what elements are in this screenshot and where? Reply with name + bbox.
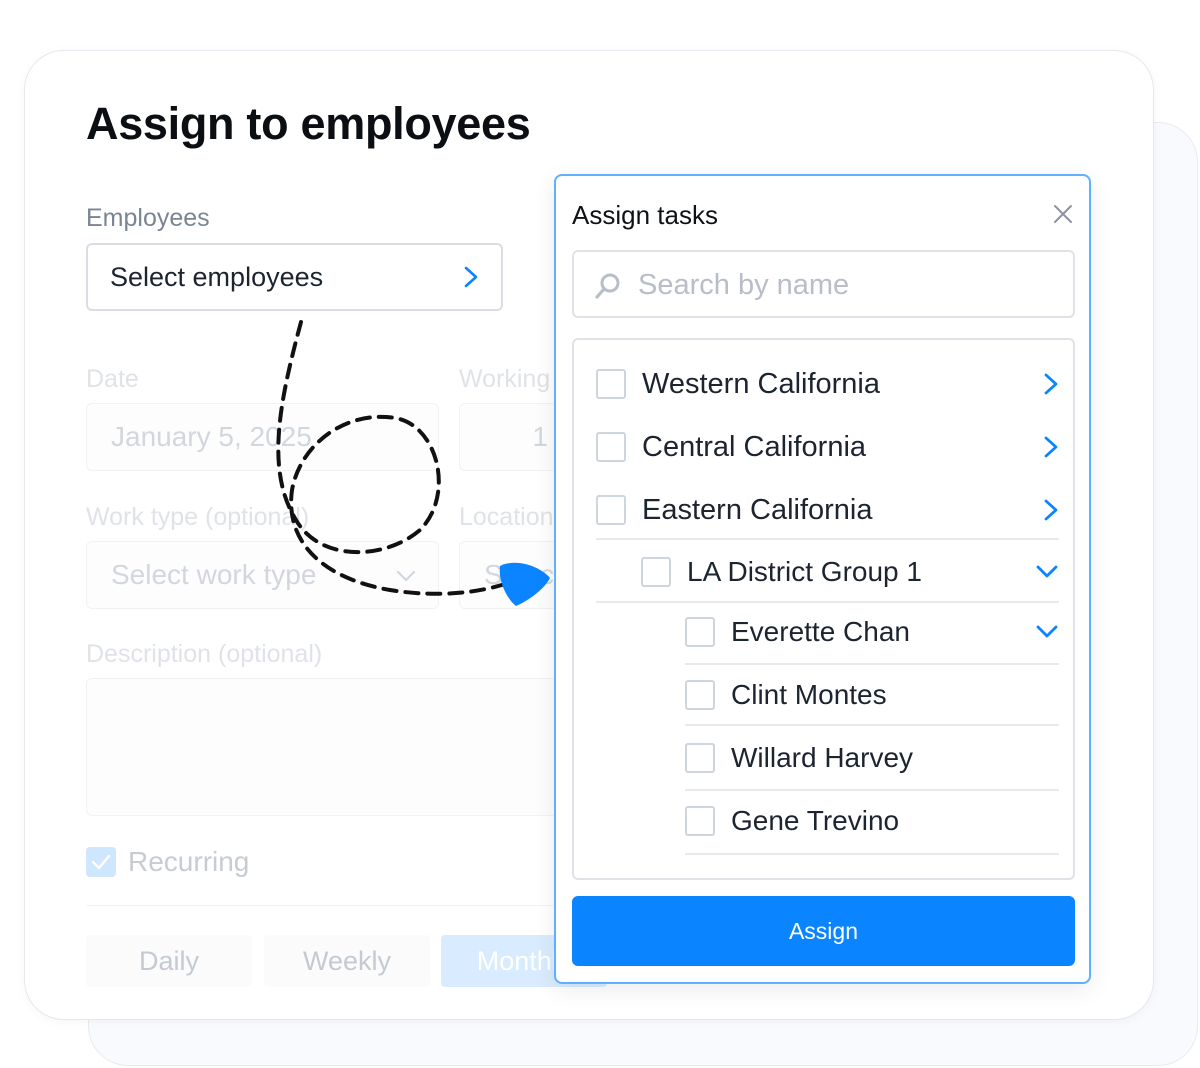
tree-item-western-california[interactable]: Western California [596,366,1073,402]
region-label: Eastern California [642,493,873,526]
checkbox-eastern-california[interactable] [596,495,626,525]
checkbox-central-california[interactable] [596,432,626,462]
tree-divider [685,663,1059,665]
tree-item-gene-trevino[interactable]: Gene Trevino [685,803,1073,839]
page-title: Assign to employees [86,98,531,149]
frequency-daily-button[interactable]: Daily [86,935,252,987]
select-employees-field[interactable]: Select employees [86,243,503,311]
working-field[interactable]: 1 [459,403,559,471]
chevron-down-icon[interactable] [1035,564,1059,580]
location-field[interactable]: Select [459,541,562,609]
recurring-checkbox[interactable] [86,847,116,877]
tree-item-willard-harvey[interactable]: Willard Harvey [685,740,1073,776]
description-label: Description (optional) [86,640,323,668]
form-divider [86,905,556,906]
checkbox-clint-montes[interactable] [685,680,715,710]
employee-label: Everette Chan [731,616,910,647]
date-field[interactable]: January 5, 2025 [86,403,439,471]
group-label: LA District Group 1 [687,556,922,587]
checkbox-la-district-group-1[interactable] [641,557,671,587]
chevron-right-icon[interactable] [1043,498,1059,522]
chevron-right-icon [464,266,478,288]
search-field[interactable] [572,250,1075,318]
tree-item-eastern-california[interactable]: Eastern California [596,492,1073,528]
work-type-field[interactable]: Select work type [86,541,439,609]
employees-label: Employees [86,204,210,232]
checkmark-icon [91,854,111,870]
region-label: Western California [642,367,881,400]
location-label: Location [459,503,554,531]
tree-divider [685,853,1059,855]
tree-divider [596,601,1059,603]
working-label: Working [459,365,551,393]
close-icon[interactable] [1051,202,1075,226]
chevron-down-icon [396,570,416,582]
description-textarea[interactable] [86,678,559,816]
location-value: Select [484,559,562,590]
employee-tree-list[interactable]: Western California Central California Ea… [572,338,1075,880]
chevron-right-icon[interactable] [1043,435,1059,459]
checkbox-gene-trevino[interactable] [685,806,715,836]
tree-item-central-california[interactable]: Central California [596,429,1073,465]
employee-label: Clint Montes [731,679,887,710]
search-icon [595,273,620,299]
chevron-down-icon[interactable] [1035,624,1059,640]
employee-label: Willard Harvey [731,742,914,773]
dialog-title: Assign tasks [572,200,718,230]
tree-item-everette-chan[interactable]: Everette Chan [685,614,1073,650]
tree-divider [596,538,1059,540]
date-value: January 5, 2025 [111,421,312,452]
tree-item-la-district-group-1[interactable]: LA District Group 1 [641,554,1073,590]
region-label: Central California [642,430,867,463]
chevron-right-icon[interactable] [1043,372,1059,396]
employee-label: Gene Trevino [731,805,900,836]
tree-divider [685,789,1059,791]
date-label: Date [86,365,139,393]
tree-item-clint-montes[interactable]: Clint Montes [685,677,1073,713]
recurring-label: Recurring [128,846,250,877]
checkbox-willard-harvey[interactable] [685,743,715,773]
recurring-toggle[interactable]: Recurring [86,846,249,878]
assign-tasks-dialog: Assign tasks Western California Central … [554,174,1091,984]
select-employees-text: Select employees [110,261,324,292]
checkbox-everette-chan[interactable] [685,617,715,647]
frequency-weekly-button[interactable]: Weekly [264,935,430,987]
tree-divider [685,724,1059,726]
assign-button[interactable]: Assign [572,896,1075,966]
work-type-label: Work type (optional) [86,503,310,531]
work-type-value: Select work type [111,559,317,590]
checkbox-western-california[interactable] [596,369,626,399]
search-input[interactable] [636,260,1060,310]
working-value: 1 [532,421,548,452]
